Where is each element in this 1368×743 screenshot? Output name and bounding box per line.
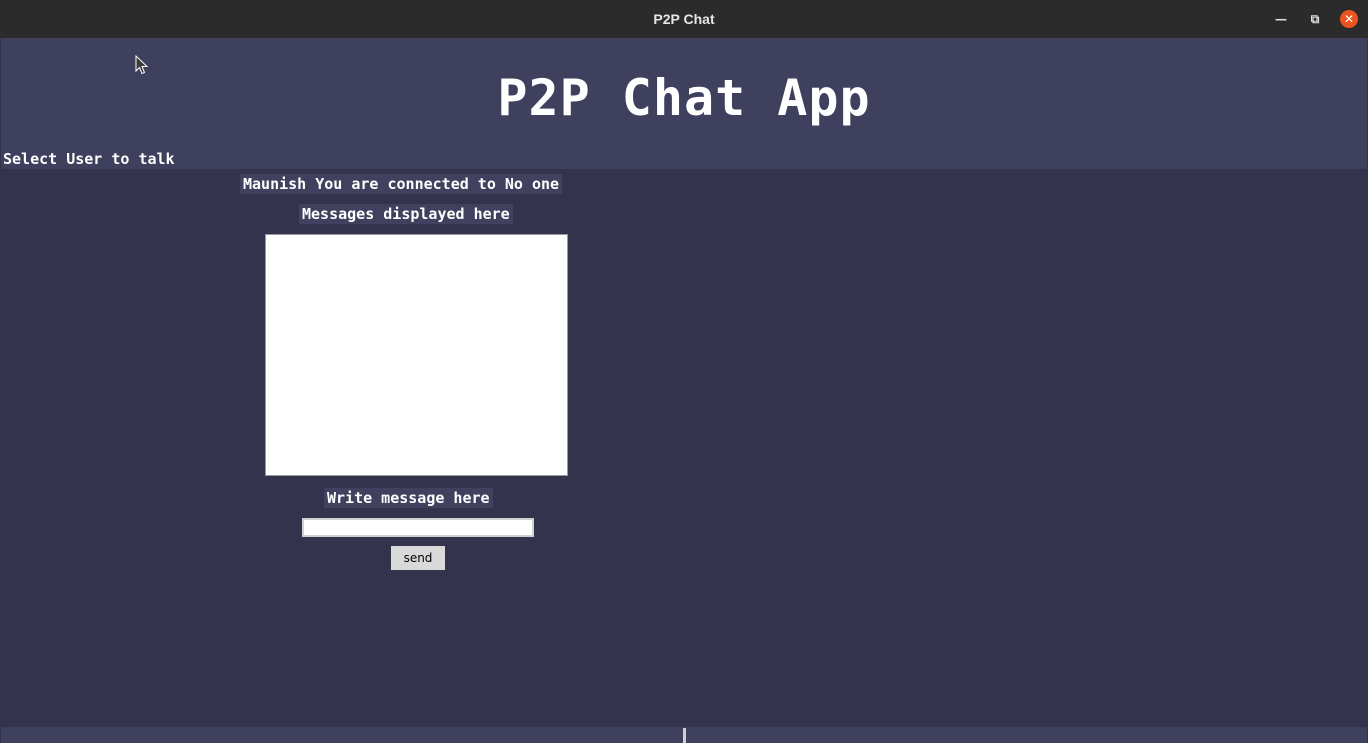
app-header: P2P Chat App Select User to talk <box>1 38 1367 169</box>
select-user-label: Select User to talk <box>3 150 175 168</box>
messages-display[interactable] <box>265 234 568 476</box>
maximize-icon[interactable]: ⧉ <box>1306 10 1324 28</box>
minimize-icon[interactable]: — <box>1272 10 1290 28</box>
resize-handle[interactable] <box>683 728 686 743</box>
messages-label: Messages displayed here <box>299 204 513 224</box>
window-title: P2P Chat <box>653 11 715 27</box>
bottom-bar <box>1 727 1367 743</box>
send-button[interactable]: send <box>391 546 445 570</box>
mouse-cursor-icon <box>135 55 149 75</box>
app-window: P2P Chat App Select User to talk Maunish… <box>1 38 1367 743</box>
app-title: P2P Chat App <box>497 69 871 127</box>
window-titlebar[interactable]: P2P Chat — ⧉ ✕ <box>0 0 1368 38</box>
connection-status-label: Maunish You are connected to No one <box>240 174 563 194</box>
write-message-label: Write message here <box>324 488 493 508</box>
close-icon[interactable]: ✕ <box>1340 10 1358 28</box>
message-input[interactable] <box>302 518 534 537</box>
